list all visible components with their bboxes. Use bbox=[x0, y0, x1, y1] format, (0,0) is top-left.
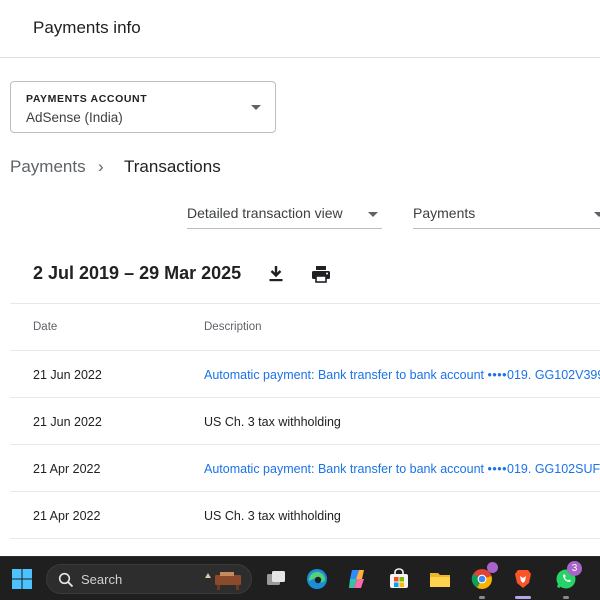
search-icon bbox=[58, 572, 74, 588]
description-text: Automatic payment: Bank transfer to bank… bbox=[204, 368, 485, 382]
transaction-view-dropdown[interactable]: Detailed transaction view bbox=[187, 199, 382, 229]
taskbar-search-box[interactable]: Search bbox=[46, 564, 252, 594]
copilot-icon bbox=[349, 570, 364, 588]
transaction-description-link[interactable]: Automatic payment: Bank transfer to bank… bbox=[204, 368, 600, 382]
payments-app: Payments info PAYMENTS ACCOUNT AdSense (… bbox=[0, 0, 600, 556]
transaction-type-value: Payments bbox=[413, 205, 476, 221]
column-header-description: Description bbox=[204, 321, 262, 333]
breadcrumb-transactions: Transactions bbox=[124, 157, 221, 176]
download-icon[interactable] bbox=[264, 262, 288, 286]
search-highlight-icon bbox=[205, 572, 241, 590]
description-text: US Ch. 3 tax withholding bbox=[204, 415, 341, 429]
brave-icon bbox=[515, 570, 531, 588]
transaction-date: 21 Jun 2022 bbox=[33, 415, 102, 429]
breadcrumb-payments[interactable]: Payments bbox=[10, 157, 86, 177]
table-header: Date Description bbox=[10, 303, 600, 351]
store-icon bbox=[390, 568, 408, 588]
file-explorer-button[interactable] bbox=[420, 557, 460, 600]
notification-count-badge: 3 bbox=[567, 561, 582, 576]
table-row: 21 Apr 2022 US Ch. 3 tax withholding bbox=[10, 492, 600, 539]
chrome-button[interactable] bbox=[462, 557, 502, 600]
payments-account-value: AdSense (India) bbox=[26, 110, 123, 125]
table-row: 21 Jun 2022 US Ch. 3 tax withholding bbox=[10, 398, 600, 445]
column-header-date: Date bbox=[33, 321, 58, 333]
transaction-date: 21 Jun 2022 bbox=[33, 368, 102, 382]
active-window-indicator bbox=[515, 596, 531, 599]
page-title: Payments info bbox=[33, 18, 141, 37]
edge-button[interactable] bbox=[297, 557, 337, 600]
edge-icon bbox=[307, 569, 327, 589]
file-explorer-icon bbox=[430, 573, 450, 587]
chrome-profile-badge bbox=[487, 562, 498, 573]
task-view-button[interactable] bbox=[256, 557, 296, 600]
dropdown-arrow-icon bbox=[251, 105, 261, 110]
table-row: 21 Apr 2022 Automatic payment: Bank tran… bbox=[10, 445, 600, 492]
microsoft-store-button[interactable] bbox=[379, 557, 419, 600]
dropdown-arrow-icon bbox=[368, 212, 378, 217]
table-row: 21 Jun 2022 Automatic payment: Bank tran… bbox=[10, 351, 600, 398]
transaction-description: US Ch. 3 tax withholding bbox=[204, 415, 600, 429]
description-text: US Ch. 3 tax withholding bbox=[204, 509, 341, 523]
taskbar: Search 3 bbox=[0, 556, 600, 600]
masked-account-dots: •••• bbox=[487, 368, 508, 382]
masked-account-dots: •••• bbox=[487, 462, 508, 476]
running-indicator bbox=[563, 596, 569, 599]
payments-account-label: PAYMENTS ACCOUNT bbox=[26, 93, 148, 105]
reference-number: 019. GG102V399 bbox=[507, 368, 600, 382]
whatsapp-button[interactable]: 3 bbox=[546, 557, 586, 600]
transaction-date: 21 Apr 2022 bbox=[33, 462, 101, 476]
windows-start-icon bbox=[12, 569, 32, 589]
task-view-icon bbox=[267, 571, 285, 585]
reference-number: 019. GG102SUF1 bbox=[507, 462, 600, 476]
running-indicator bbox=[479, 596, 485, 599]
brave-button[interactable] bbox=[503, 557, 543, 600]
transaction-description-link[interactable]: Automatic payment: Bank transfer to bank… bbox=[204, 462, 600, 476]
transaction-type-dropdown[interactable]: Payments bbox=[413, 199, 600, 229]
breadcrumb-chevron-icon: › bbox=[98, 157, 104, 176]
payments-account-selector[interactable]: PAYMENTS ACCOUNT AdSense (India) bbox=[10, 81, 276, 133]
date-range[interactable]: 2 Jul 2019 – 29 Mar 2025 bbox=[33, 263, 241, 284]
transaction-description: US Ch. 3 tax withholding bbox=[204, 509, 600, 523]
transactions-table: Date Description 21 Jun 2022 Automatic p… bbox=[10, 303, 600, 539]
start-button[interactable] bbox=[2, 557, 42, 600]
description-text: Automatic payment: Bank transfer to bank… bbox=[204, 462, 485, 476]
search-placeholder: Search bbox=[81, 572, 123, 587]
transaction-date: 21 Apr 2022 bbox=[33, 509, 101, 523]
dropdown-arrow-icon bbox=[594, 212, 600, 217]
transaction-view-value: Detailed transaction view bbox=[187, 205, 343, 221]
print-icon[interactable] bbox=[309, 262, 333, 286]
app-header: Payments info bbox=[0, 0, 600, 58]
copilot-button[interactable] bbox=[338, 557, 378, 600]
